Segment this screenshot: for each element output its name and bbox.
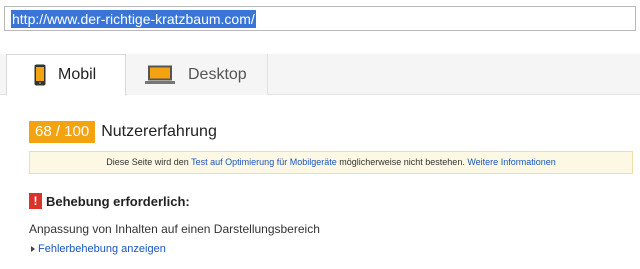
tab-mobile-label: Mobil xyxy=(58,66,97,83)
tab-desktop[interactable]: Desktop xyxy=(127,54,268,95)
mobile-phone-icon xyxy=(34,64,46,86)
show-fix-link-label[interactable]: Fehlerbehebung anzeigen xyxy=(38,243,166,255)
warning-prefix: Diese Seite wird den xyxy=(106,157,189,167)
warning-middle: möglicherweise nicht bestehen. xyxy=(339,157,465,167)
device-tab-strip: Mobil Desktop xyxy=(0,54,640,96)
tab-desktop-label: Desktop xyxy=(188,65,247,83)
expand-triangle-icon xyxy=(31,246,35,252)
fix-required-title: Behebung erforderlich: xyxy=(46,193,190,209)
alert-icon: ! xyxy=(29,193,42,209)
mobile-friendly-test-link[interactable]: Test auf Optimierung für Mobilgeräte xyxy=(191,157,337,167)
fix-required-header: ! Behebung erforderlich: xyxy=(29,193,190,209)
tab-mobile[interactable]: Mobil xyxy=(6,54,126,96)
score-label: Nutzererfahrung xyxy=(101,123,217,140)
more-info-link[interactable]: Weitere Informationen xyxy=(467,157,555,167)
desktop-monitor-icon xyxy=(145,65,175,85)
score-badge: 68 / 100 xyxy=(29,121,96,143)
score-row: 68 / 100 Nutzererfahrung xyxy=(29,121,217,143)
url-text[interactable]: http://www.der-richtige-kratzbaum.com/ xyxy=(11,9,256,28)
mobile-friendly-warning: Diese Seite wird den Test auf Optimierun… xyxy=(29,151,633,174)
url-bar[interactable]: http://www.der-richtige-kratzbaum.com/ xyxy=(4,6,636,31)
rule-name: Anpassung von Inhalten auf einen Darstel… xyxy=(29,222,320,236)
show-fix-link[interactable]: Fehlerbehebung anzeigen xyxy=(31,243,166,255)
